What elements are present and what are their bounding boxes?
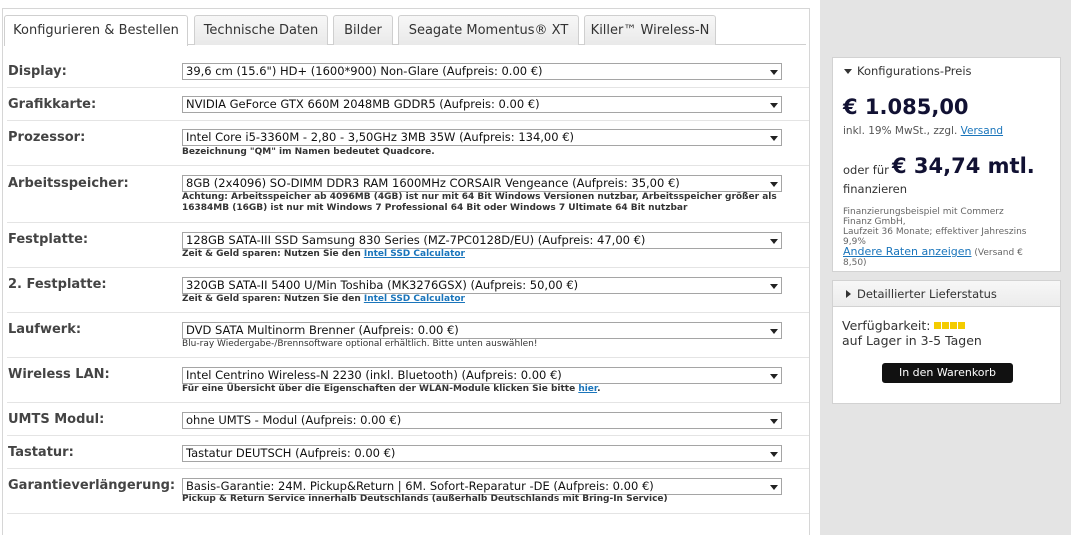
prozessor-select[interactable]: Intel Core i5-3360M - 2,80 - 3,50GHz 3MB…: [182, 129, 782, 146]
finance-prefix: oder für: [843, 163, 889, 177]
availability-status: auf Lager in 3-5 Tagen: [842, 333, 982, 348]
chevron-down-icon: [770, 239, 778, 244]
garantie-note: Pickup & Return Service innerhalb Deutsc…: [182, 494, 668, 504]
availability-indicator: [934, 318, 966, 333]
row-label: Garantieverlängerung:: [8, 478, 176, 493]
wlan-overview-link[interactable]: hier: [578, 384, 597, 394]
row-label: Festplatte:: [8, 232, 89, 247]
row-label: 2. Festplatte:: [8, 277, 107, 292]
tastatur-select[interactable]: Tastatur DEUTSCH (Aufpreis: 0.00 €): [182, 445, 782, 462]
festplatte-2-note: Zeit & Geld sparen: Nutzen Sie den Intel…: [182, 294, 465, 304]
row-label: UMTS Modul:: [8, 412, 105, 427]
chevron-down-icon: [770, 419, 778, 424]
chevron-down-icon: [770, 452, 778, 457]
total-price: € 1.085,00: [843, 95, 969, 119]
finance-example: Finanzierungsbeispiel mit Commerz Finanz…: [843, 207, 1027, 268]
chevron-right-icon: [846, 290, 851, 298]
monthly-rate: € 34,74 mtl.: [892, 154, 1035, 178]
other-rates-link[interactable]: Andere Raten anzeigen: [843, 245, 972, 258]
garantie-select[interactable]: Basis-Garantie: 24M. Pickup&Return | 6M.…: [182, 478, 782, 495]
config-row-laufwerk: Laufwerk: DVD SATA Multinorm Brenner (Au…: [7, 313, 809, 358]
festplatte-select[interactable]: 128GB SATA-III SSD Samsung 830 Series (M…: [182, 232, 782, 249]
config-row-festplatte-2: 2. Festplatte: 320GB SATA-II 5400 U/Min …: [7, 268, 809, 313]
festplatte-2-select[interactable]: 320GB SATA-II 5400 U/Min Toshiba (MK3276…: [182, 277, 782, 294]
row-label: Grafikkarte:: [8, 97, 97, 112]
chevron-down-icon: [844, 69, 852, 74]
price-box: Konfigurations-Preis € 1.085,00 inkl. 19…: [832, 57, 1061, 272]
grafikkarte-select[interactable]: NVIDIA GeForce GTX 660M 2048MB GDDR5 (Au…: [182, 96, 782, 113]
chevron-down-icon: [770, 136, 778, 141]
config-row-umts: UMTS Modul: ohne UMTS - Modul (Aufpreis:…: [7, 403, 809, 436]
row-label: Display:: [8, 64, 67, 79]
tab-seagate[interactable]: Seagate Momentus® XT: [398, 15, 579, 45]
availability-line: Verfügbarkeit:: [842, 318, 966, 333]
add-to-cart-button[interactable]: In den Warenkorb: [882, 363, 1013, 383]
chevron-down-icon: [770, 374, 778, 379]
row-label: Arbeitsspeicher:: [8, 176, 129, 191]
config-row-tastatur: Tastatur: Tastatur DEUTSCH (Aufpreis: 0.…: [7, 436, 809, 469]
arbeitsspeicher-select[interactable]: 8GB (2x4096) SO-DIMM DDR3 RAM 1600MHz CO…: [182, 175, 782, 192]
prozessor-note: Bezeichnung "QM" im Namen bedeutet Quadc…: [182, 147, 435, 157]
chevron-down-icon: [770, 284, 778, 289]
config-row-grafikkarte: Grafikkarte: NVIDIA GeForce GTX 660M 204…: [7, 88, 809, 121]
price-box-header[interactable]: Konfigurations-Preis: [833, 58, 1060, 84]
config-row-prozessor: Prozessor: Intel Core i5-3360M - 2,80 - …: [7, 121, 809, 166]
config-row-display: Display: 39,6 cm (15.6") HD+ (1600*900) …: [7, 56, 809, 88]
tab-konfigurieren[interactable]: Konfigurieren & Bestellen: [4, 15, 188, 46]
tab-bilder[interactable]: Bilder: [333, 15, 393, 45]
chevron-down-icon: [770, 103, 778, 108]
laufwerk-note: Blu-ray Wiedergabe-/Brennsoftware option…: [182, 339, 538, 349]
config-row-arbeitsspeicher: Arbeitsspeicher: 8GB (2x4096) SO-DIMM DD…: [7, 166, 809, 223]
price-box-title: Konfigurations-Preis: [857, 64, 972, 78]
delivery-status-header: Detaillierter Lieferstatus: [833, 281, 1060, 307]
row-label: Wireless LAN:: [8, 367, 110, 382]
chevron-down-icon: [770, 182, 778, 187]
config-row-garantie: Garantieverlängerung: Basis-Garantie: 24…: [7, 469, 809, 514]
display-select[interactable]: 39,6 cm (15.6") HD+ (1600*900) Non-Glare…: [182, 63, 782, 80]
wireless-lan-note: Für eine Übersicht über die Eigenschafte…: [182, 384, 601, 394]
tab-technische-daten[interactable]: Technische Daten: [194, 15, 328, 45]
chevron-down-icon: [770, 70, 778, 75]
finance-label: finanzieren: [843, 182, 908, 196]
intel-ssd-calculator-link[interactable]: Intel SSD Calculator: [364, 249, 465, 259]
wireless-lan-select[interactable]: Intel Centrino Wireless-N 2230 (inkl. Bl…: [182, 367, 782, 384]
config-row-festplatte: Festplatte: 128GB SATA-III SSD Samsung 8…: [7, 223, 809, 268]
intel-ssd-calculator-link-2[interactable]: Intel SSD Calculator: [364, 294, 465, 304]
delivery-status-box[interactable]: Detaillierter Lieferstatus: [832, 280, 1061, 307]
row-label: Prozessor:: [8, 130, 86, 145]
tab-bar: Konfigurieren & Bestellen Technische Dat…: [4, 15, 806, 46]
laufwerk-select[interactable]: DVD SATA Multinorm Brenner (Aufpreis: 0.…: [182, 322, 782, 339]
delivery-status-title: Detaillierter Lieferstatus: [857, 287, 997, 301]
row-label: Laufwerk:: [8, 322, 82, 337]
umts-select[interactable]: ohne UMTS - Modul (Aufpreis: 0.00 €): [182, 412, 782, 429]
row-label: Tastatur:: [8, 445, 74, 460]
availability-label: Verfügbarkeit:: [842, 318, 931, 333]
chevron-down-icon: [770, 329, 778, 334]
festplatte-note: Zeit & Geld sparen: Nutzen Sie den Intel…: [182, 249, 465, 259]
chevron-down-icon: [770, 485, 778, 490]
arbeitsspeicher-note: Achtung: Arbeitsspeicher ab 4096MB (4GB)…: [182, 192, 777, 213]
config-row-wireless-lan: Wireless LAN: Intel Centrino Wireless-N …: [7, 358, 809, 403]
tab-killer[interactable]: Killer™ Wireless-N: [584, 15, 716, 45]
tax-info: inkl. 19% MwSt., zzgl. Versand: [843, 125, 1004, 137]
shipping-link[interactable]: Versand: [961, 125, 1003, 137]
